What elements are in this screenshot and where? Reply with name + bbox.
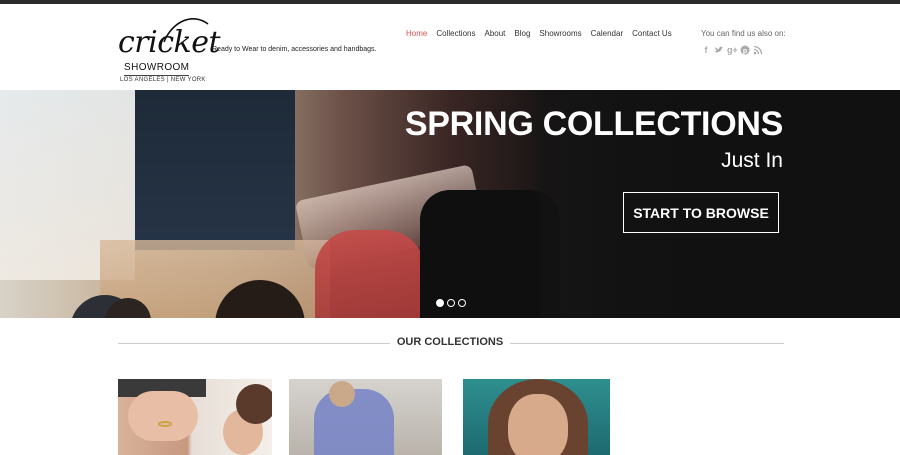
pinterest-icon[interactable]: p: [740, 45, 750, 55]
nav-contact-us[interactable]: Contact Us: [632, 29, 672, 38]
collections-title: OUR COLLECTIONS: [396, 336, 504, 348]
svg-text:p: p: [743, 48, 747, 55]
slider-pagination: [436, 299, 466, 307]
google-plus-icon[interactable]: g+: [727, 45, 738, 55]
hero-dress: [315, 230, 425, 318]
facebook-icon[interactable]: f: [701, 45, 711, 55]
hero-subtitle: Just In: [721, 149, 783, 172]
twitter-icon[interactable]: [714, 45, 724, 55]
site-header: cricket SHOWROOM LOS ANGELES | NEW YORK …: [0, 4, 900, 90]
brand-logo[interactable]: cricket SHOWROOM LOS ANGELES | NEW YORK: [118, 14, 221, 86]
slider-dot[interactable]: [436, 299, 444, 307]
collection-thumbnail-beach[interactable]: [289, 379, 442, 455]
start-to-browse-button[interactable]: START TO BROWSE: [623, 192, 779, 233]
logo-showroom: SHOWROOM: [124, 62, 190, 76]
social-label: You can find us also on:: [701, 29, 786, 38]
logo-script: cricket: [118, 25, 221, 60]
section-divider-right: [510, 343, 784, 344]
slider-dot[interactable]: [447, 299, 455, 307]
rss-icon[interactable]: [753, 45, 763, 55]
slider-dot[interactable]: [458, 299, 466, 307]
thumb-hair: [236, 384, 272, 424]
thumb-head: [329, 381, 355, 407]
thumb-face: [508, 394, 568, 455]
logo-cities: LOS ANGELES | NEW YORK: [120, 77, 206, 83]
nav-home[interactable]: Home: [406, 29, 427, 38]
nav-showrooms[interactable]: Showrooms: [539, 29, 581, 38]
thumb-hand: [128, 391, 198, 441]
ring-icon: [158, 421, 172, 427]
social-icons: f g+ p: [701, 45, 763, 55]
section-divider-left: [118, 343, 390, 344]
collection-thumbnail-portrait[interactable]: [463, 379, 610, 455]
hero-background-curtain: [135, 90, 295, 250]
collection-thumbnail-jewelry[interactable]: [118, 379, 272, 455]
nav-about[interactable]: About: [484, 29, 505, 38]
nav-collections[interactable]: Collections: [436, 29, 475, 38]
nav-blog[interactable]: Blog: [514, 29, 530, 38]
tagline: Ready to Wear to denim, accessories and …: [212, 46, 377, 53]
main-nav: Home Collections About Blog Showrooms Ca…: [406, 29, 681, 38]
hero-title: SPRING COLLECTIONS: [404, 105, 783, 143]
nav-calendar[interactable]: Calendar: [591, 29, 623, 38]
